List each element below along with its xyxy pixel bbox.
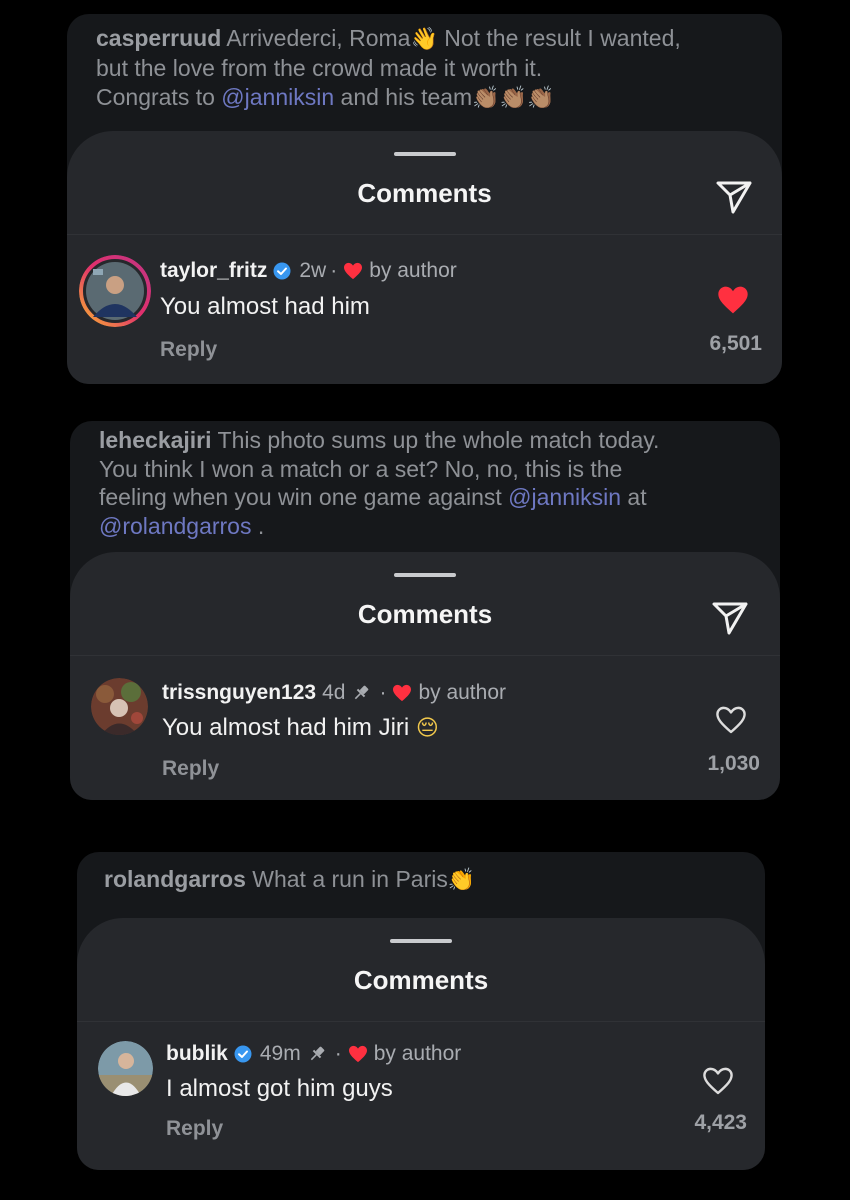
paper-plane-icon[interactable] [714, 176, 754, 216]
drag-handle[interactable] [390, 939, 452, 943]
separator: · [330, 259, 338, 282]
comments-sheet: Comments taylor_fritz 2w · by author You… [67, 131, 782, 384]
verified-badge-icon [234, 1045, 252, 1063]
post-caption: leheckajiri This photo sums up the whole… [99, 426, 779, 540]
post-card-casperruud: casperruud Arrivederci, Roma👋 Not the re… [67, 14, 782, 384]
comments-title: Comments [357, 599, 493, 629]
pin-icon [355, 685, 369, 700]
heart-icon[interactable] [715, 705, 747, 735]
comments-sheet: Comments trissnguyen123 4d · by author Y… [70, 552, 780, 800]
comment-time: 2w [299, 259, 327, 282]
post-card-rolandgarros: rolandgarros What a run in Paris👏 Commen… [77, 852, 765, 1170]
sheet-divider [67, 234, 782, 235]
like-count: 6,501 [709, 332, 762, 355]
comment-text: You almost had him Jiri 😔 [162, 714, 439, 742]
caption-username[interactable]: rolandgarros [104, 866, 246, 892]
caption-text: This photo sums up the whole match today… [217, 427, 660, 453]
by-author-label: by author [373, 1042, 462, 1065]
caption-text: Not the result I wanted, [444, 25, 681, 51]
post-card-leheckajiri: leheckajiri This photo sums up the whole… [70, 421, 780, 800]
comment-username[interactable]: trissnguyen123 [162, 681, 316, 705]
separator: · [334, 1042, 342, 1065]
by-author-label: by author [369, 259, 457, 282]
comment-text: You almost had him [160, 293, 370, 320]
verified-badge-icon [273, 262, 291, 280]
caption-text: What a run in Paris [252, 866, 448, 892]
pensive-emoji: 😔 [415, 715, 439, 740]
caption-text: Arrivederci, Roma [226, 25, 411, 51]
caption-text: You think I won a match or a set? No, no… [99, 455, 623, 482]
separator: · [379, 681, 387, 704]
comment-username[interactable]: bublik [166, 1042, 228, 1066]
comments-sheet: Comments bublik 49m · by author I almost… [77, 918, 765, 1170]
pin-icon [310, 1046, 325, 1061]
caption-text: and his team [340, 84, 473, 110]
creator-heart-icon [348, 1045, 367, 1063]
caption-text: but the love from the crowd made it wort… [96, 54, 543, 81]
comment-meta: trissnguyen123 4d · by author [162, 681, 506, 705]
caption-text: . [257, 512, 265, 539]
creator-heart-icon [393, 684, 412, 702]
sheet-divider [70, 655, 780, 656]
post-caption: casperruud Arrivederci, Roma👋 Not the re… [96, 24, 776, 113]
mention-link[interactable]: @rolandgarros [99, 513, 251, 539]
comment-text: I almost got him guys [166, 1075, 393, 1102]
mention-link[interactable]: @janniksin [221, 84, 334, 110]
drag-handle[interactable] [393, 152, 456, 156]
caption-username[interactable]: casperruud [96, 25, 221, 51]
by-author-label: by author [418, 681, 506, 704]
sheet-divider [77, 1021, 765, 1022]
caption-text: Congrats to [96, 84, 215, 110]
drag-handle[interactable] [394, 573, 456, 577]
creator-heart-icon [344, 262, 363, 280]
like-count: 4,423 [694, 1111, 747, 1134]
wave-emoji: 👋 [410, 26, 438, 51]
clap-emoji: 👏 [447, 867, 476, 892]
reply-button[interactable]: Reply [166, 1117, 223, 1141]
like-count: 1,030 [707, 752, 760, 775]
caption-text: at [627, 484, 647, 510]
comment-username[interactable]: taylor_fritz [160, 259, 267, 283]
caption-username[interactable]: leheckajiri [99, 427, 212, 453]
comment-time: 49m [259, 1042, 301, 1065]
heart-icon[interactable] [717, 285, 749, 315]
comment-meta: bublik 49m · by author [166, 1042, 461, 1066]
clap-emoji: 👏🏽👏🏽👏🏽 [472, 85, 555, 110]
comment-time: 4d [322, 681, 346, 704]
avatar[interactable] [91, 678, 148, 735]
paper-plane-icon[interactable] [710, 597, 750, 637]
reply-button[interactable]: Reply [162, 757, 219, 781]
avatar[interactable] [79, 255, 151, 327]
caption-text: feeling when you win one game against [99, 484, 502, 510]
heart-icon[interactable] [702, 1066, 734, 1096]
mention-link[interactable]: @janniksin [508, 484, 621, 510]
comment-meta: taylor_fritz 2w · by author [160, 259, 457, 283]
post-caption: rolandgarros What a run in Paris👏 [104, 865, 754, 895]
comment-text-content: You almost had him Jiri [162, 714, 410, 741]
reply-button[interactable]: Reply [160, 338, 217, 362]
comments-title: Comments [353, 965, 489, 995]
avatar[interactable] [98, 1041, 153, 1096]
comments-title: Comments [357, 178, 492, 208]
